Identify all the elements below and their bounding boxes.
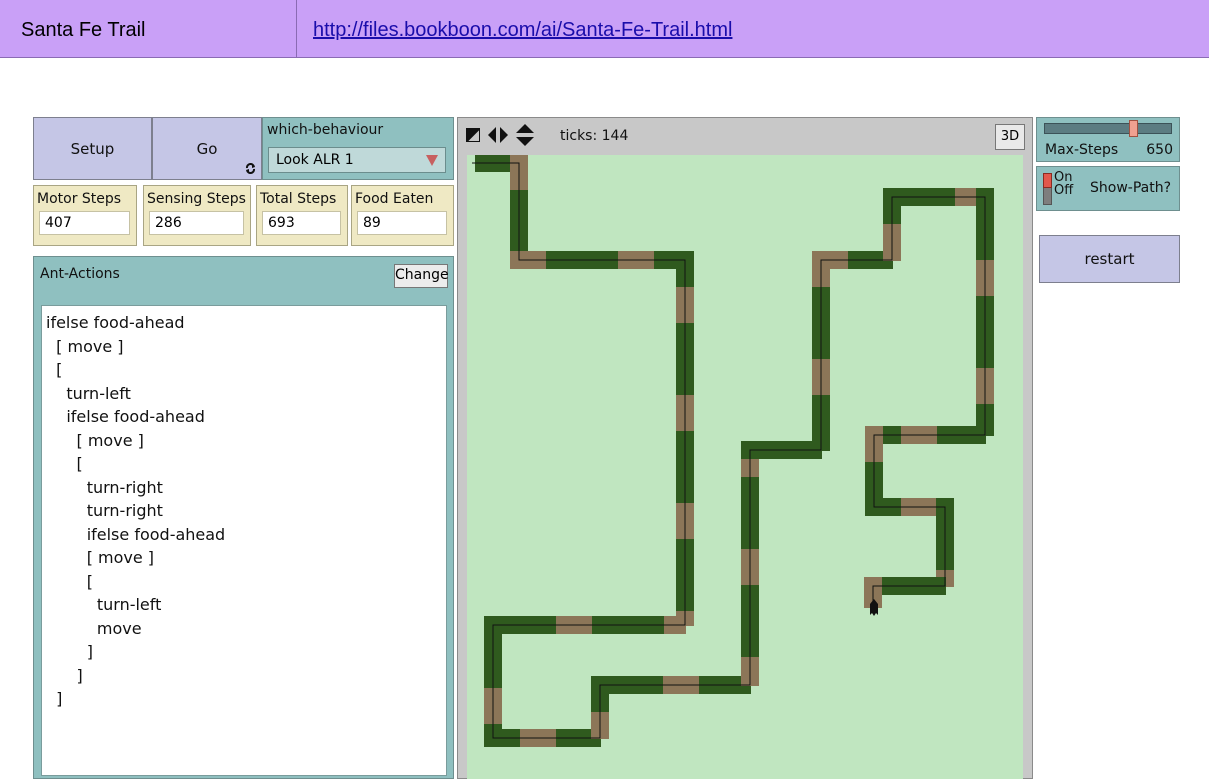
model-link[interactable]: http://files.bookboon.com/ai/Santa-Fe-Tr… <box>313 19 732 42</box>
code-line: [ <box>46 360 63 379</box>
trail-map <box>472 154 994 747</box>
monitor-label: Sensing Steps <box>147 191 246 207</box>
code-line: ] <box>46 642 93 661</box>
3d-button[interactable]: 3D <box>995 124 1025 150</box>
code-line: ] <box>46 665 83 685</box>
trail-group <box>472 154 994 747</box>
show-path-switch[interactable]: On Off Show-Path? <box>1036 166 1180 211</box>
slider-label: Max-Steps <box>1045 142 1119 158</box>
go-button-label: Go <box>196 139 218 158</box>
dropdown-arrow-icon <box>426 155 438 166</box>
code-line: turn-right <box>46 477 163 497</box>
setup-button[interactable]: Setup <box>33 117 152 180</box>
chooser-label: which-behaviour <box>267 122 384 138</box>
behaviour-chooser[interactable]: which-behaviour Look ALR 1 <box>262 117 454 180</box>
monitor-value: 89 <box>357 211 447 235</box>
chooser-select[interactable]: Look ALR 1 <box>268 147 446 173</box>
slider-value: 650 <box>1146 142 1173 158</box>
code-editor[interactable]: ifelse food-ahead [ move ] [ turn-left i… <box>41 305 447 776</box>
view-toolbar: ticks: 144 3D <box>458 118 1032 154</box>
monitor-total-steps: Total Steps 693 <box>256 185 348 246</box>
world-view: ticks: 144 3D <box>457 117 1033 779</box>
ant-actions-label: Ant-Actions <box>40 266 120 282</box>
code-line: [ <box>46 454 83 473</box>
page-title: Santa Fe Trail <box>21 19 146 41</box>
ant-actions-panel: Ant-Actions Change ifelse food-ahead [ m… <box>33 256 454 779</box>
switch-name: Show-Path? <box>1090 180 1172 196</box>
ant-path-line <box>484 162 986 739</box>
switch-off-label: Off <box>1054 183 1074 198</box>
monitor-motor-steps: Motor Steps 407 <box>33 185 137 246</box>
go-button[interactable]: Go <box>152 117 262 180</box>
code-line: [ move ] <box>46 336 124 356</box>
code-line: ifelse food-ahead <box>46 313 185 332</box>
code-line: [ move ] <box>46 548 155 567</box>
monitor-label: Motor Steps <box>37 191 122 207</box>
header-divider <box>296 0 297 58</box>
code-line: ifelse food-ahead <box>46 407 205 426</box>
slider-track[interactable] <box>1044 123 1172 134</box>
code-line: turn-left <box>46 383 131 403</box>
forever-icon <box>246 163 255 174</box>
monitor-sensing-steps: Sensing Steps 286 <box>143 185 251 246</box>
horizontal-arrows-icon[interactable] <box>488 127 508 143</box>
restart-button-label: restart <box>1084 250 1135 268</box>
restart-button[interactable]: restart <box>1039 235 1180 283</box>
monitor-value: 286 <box>149 211 244 235</box>
monitor-food-eaten: Food Eaten 89 <box>351 185 454 246</box>
page-header: Santa Fe Trail http://files.bookboon.com… <box>0 0 1209 58</box>
monitor-value: 693 <box>262 211 341 235</box>
code-line: [ <box>46 571 93 591</box>
code-line: move <box>46 618 142 638</box>
ticks-counter: ticks: 144 <box>560 128 629 144</box>
monitor-value: 407 <box>39 211 130 235</box>
code-line: ] <box>46 689 63 708</box>
code-line: [ move ] <box>46 430 144 450</box>
switch-knob[interactable] <box>1043 173 1052 188</box>
world-canvas <box>467 154 1023 779</box>
setup-button-label: Setup <box>70 139 115 158</box>
chooser-value: Look ALR 1 <box>276 152 354 168</box>
vertical-arrows-icon[interactable] <box>516 124 534 146</box>
code-line: turn-right <box>46 501 163 520</box>
change-button[interactable]: Change <box>394 264 449 288</box>
code-line: turn-left <box>46 595 162 614</box>
max-steps-slider[interactable]: Max-Steps 650 <box>1036 117 1180 162</box>
zoom-icon[interactable] <box>466 128 480 142</box>
code-line: ifelse food-ahead <box>46 524 226 544</box>
monitor-label: Total Steps <box>260 191 337 207</box>
monitor-label: Food Eaten <box>355 191 434 207</box>
slider-thumb[interactable] <box>1129 120 1139 137</box>
